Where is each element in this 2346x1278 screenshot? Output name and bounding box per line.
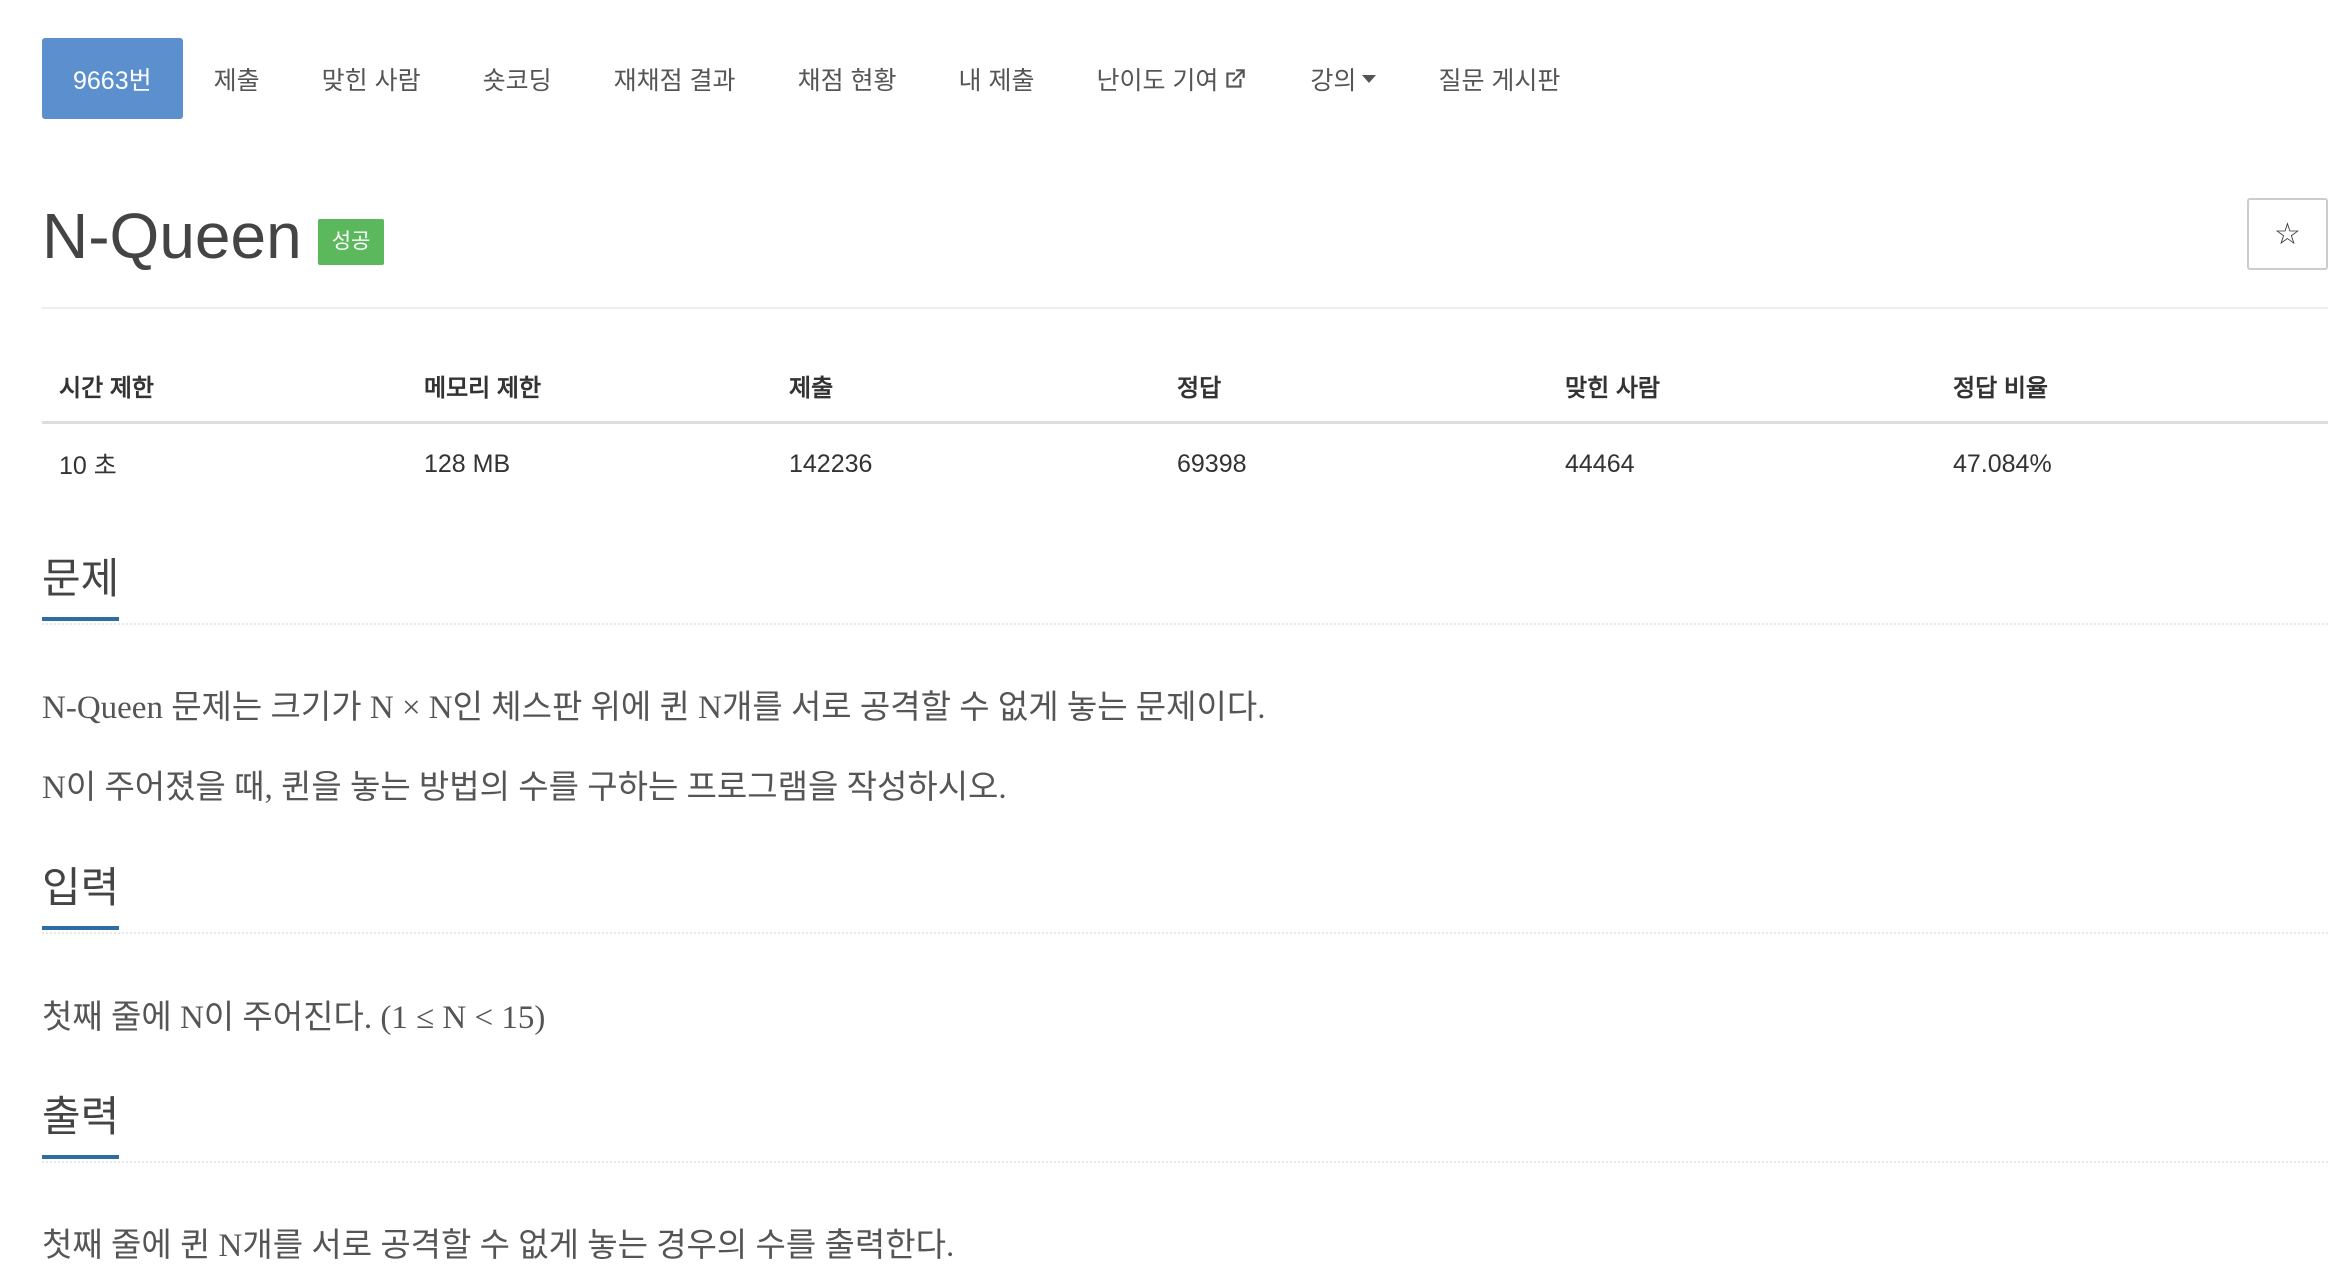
tab-label: 채점 현황	[797, 66, 897, 95]
header-memory-limit: 메모리 제한	[407, 356, 772, 424]
solved-users-value: 44464	[1565, 449, 1635, 478]
tab-problem-number[interactable]: 9663번	[42, 38, 183, 119]
tab-label: 숏코딩	[482, 66, 552, 95]
tab-submit[interactable]: 제출	[183, 38, 291, 119]
problem-nav-tabs: 9663번 제출 맞힌 사람 숏코딩 재채점 결과 채점 현황 내 제출 난이도…	[42, 38, 1591, 119]
section-divider	[42, 623, 2328, 625]
title-divider	[42, 307, 2328, 309]
star-icon: ☆	[2274, 217, 2301, 251]
submissions-value: 142236	[789, 449, 873, 478]
problem-page: 9663번 제출 맞힌 사람 숏코딩 재채점 결과 채점 현황 내 제출 난이도…	[0, 0, 2346, 1278]
external-link-icon	[1226, 68, 1246, 88]
header-submissions: 제출	[772, 356, 1160, 424]
tab-label: 맞힌 사람	[321, 66, 421, 95]
tab-short-coding[interactable]: 숏코딩	[452, 38, 583, 119]
tab-label: 내 제출	[958, 66, 1035, 95]
section-heading: 출력	[42, 1091, 120, 1159]
tab-solved-users[interactable]: 맞힌 사람	[291, 38, 452, 119]
status-badge: 성공	[317, 219, 385, 265]
section-divider	[42, 932, 2328, 934]
section-heading: 입력	[42, 862, 120, 930]
tab-qna-board[interactable]: 질문 게시판	[1407, 38, 1591, 119]
header-solved-users: 맞힌 사람	[1548, 356, 1936, 424]
problem-info-table: 시간 제한 메모리 제한 제출 정답 맞힌 사람 정답 비율 10 초 128 …	[42, 356, 2328, 504]
tab-label: 난이도 기여	[1096, 66, 1219, 95]
header-accepted: 정답	[1160, 356, 1548, 424]
accept-ratio-value: 47.084%	[1953, 449, 2052, 478]
tab-my-submissions[interactable]: 내 제출	[928, 38, 1066, 119]
header-time-limit: 시간 제한	[42, 356, 407, 424]
tab-lectures-dropdown[interactable]: 강의	[1279, 38, 1407, 119]
section-description-header: 문제	[42, 553, 2328, 625]
tab-label: 강의	[1310, 66, 1357, 95]
caret-down-icon	[1362, 74, 1377, 83]
memory-limit-value: 128 MB	[424, 449, 511, 478]
time-limit-value: 10 초	[59, 452, 117, 480]
problem-title: N-Queen	[42, 200, 302, 272]
description-line: N-Queen 문제는 크기가 N × N인 체스판 위에 퀸 N개를 서로 공…	[42, 690, 1266, 726]
tab-label: 제출	[213, 66, 260, 95]
table-row: 10 초 128 MB 142236 69398 44464 47.084%	[42, 423, 2328, 505]
tab-rejudge-results[interactable]: 재채점 결과	[583, 38, 767, 119]
output-line: 첫째 줄에 퀸 N개를 서로 공격할 수 없게 놓는 경우의 수를 출력한다.	[42, 1228, 955, 1264]
favorite-star-button[interactable]: ☆	[2247, 198, 2328, 270]
accepted-value: 69398	[1177, 449, 1247, 478]
section-input-header: 입력	[42, 862, 2328, 934]
tab-judge-status[interactable]: 채점 현황	[767, 38, 928, 119]
tab-label: 질문 게시판	[1438, 66, 1561, 95]
tab-label: 9663번	[73, 66, 152, 95]
table-header-row: 시간 제한 메모리 제한 제출 정답 맞힌 사람 정답 비율	[42, 356, 2328, 424]
section-divider	[42, 1161, 2328, 1163]
tab-label: 재채점 결과	[613, 66, 736, 95]
section-output-header: 출력	[42, 1091, 2328, 1163]
tab-difficulty-contribution[interactable]: 난이도 기여	[1065, 38, 1279, 119]
header-accept-ratio: 정답 비율	[1936, 356, 2328, 424]
problem-title-row: N-Queen 성공	[42, 196, 385, 276]
description-line: N이 주어졌을 때, 퀸을 놓는 방법의 수를 구하는 프로그램을 작성하시오.	[42, 770, 1007, 806]
section-heading: 문제	[42, 553, 120, 621]
input-line: 첫째 줄에 N이 주어진다. (1 ≤ N < 15)	[42, 1000, 546, 1036]
